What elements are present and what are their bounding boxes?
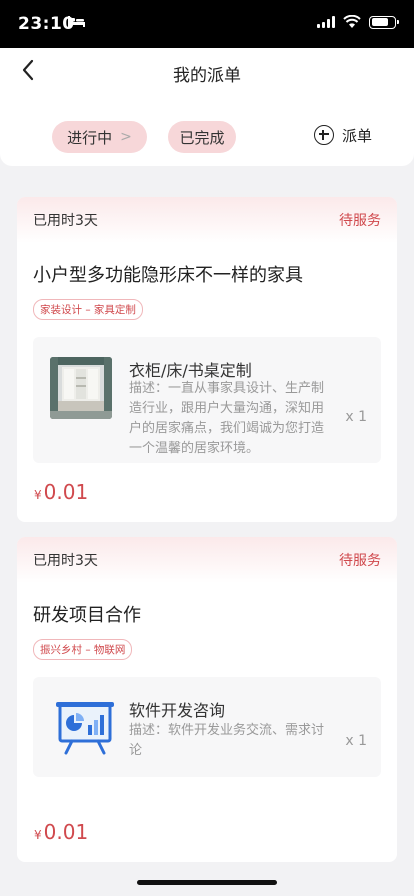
battery-icon xyxy=(369,15,399,29)
filter-ongoing-button[interactable]: 进行中 > xyxy=(52,121,147,153)
nav-bar: 我的派单 xyxy=(0,48,414,94)
order-price: ¥0.01 xyxy=(34,480,88,504)
order-status: 待服务 xyxy=(339,553,381,569)
order-title: 小户型多功能隐形床不一样的家具 xyxy=(33,265,303,286)
service-name: 软件开发咨询 xyxy=(129,701,226,720)
order-card-header: 已用时3天 待服务 xyxy=(17,537,397,583)
quantity: x 1 xyxy=(345,733,367,749)
order-price: ¥0.01 xyxy=(34,820,88,844)
filter-bar: 进行中 > 已完成 派单 xyxy=(0,94,414,166)
status-time: 23:10 xyxy=(18,14,75,34)
service-item[interactable]: 衣柜/床/书桌定制 描述：一直从事家具设计、生产制造行业，跟用户大量沟通，深知用… xyxy=(33,337,381,463)
order-card[interactable]: 已用时3天 待服务 小户型多功能隐形床不一样的家具 家装设计 – 家具定制 衣柜… xyxy=(17,197,397,522)
currency-symbol: ¥ xyxy=(34,828,42,842)
service-name: 衣柜/床/书桌定制 xyxy=(129,361,252,380)
wifi-icon xyxy=(343,15,361,28)
order-status: 待服务 xyxy=(339,213,381,229)
dispatch-button[interactable]: 派单 xyxy=(314,122,372,148)
elapsed-time: 已用时3天 xyxy=(33,213,98,229)
filter-ongoing-label: 进行中 xyxy=(67,128,113,147)
page-title: 我的派单 xyxy=(173,66,241,86)
plus-circle-icon xyxy=(314,125,334,145)
furniture-room-image xyxy=(50,357,112,419)
bed-icon xyxy=(68,16,85,31)
quantity: x 1 xyxy=(345,409,367,425)
category-tag: 家装设计 – 家具定制 xyxy=(33,299,143,320)
order-title: 研发项目合作 xyxy=(33,605,141,626)
filter-done-button[interactable]: 已完成 xyxy=(168,121,236,153)
price-value: 0.01 xyxy=(43,480,89,504)
home-indicator[interactable] xyxy=(137,880,277,885)
cellular-signal-icon xyxy=(317,16,335,28)
price-value: 0.01 xyxy=(43,820,89,844)
elapsed-time: 已用时3天 xyxy=(33,553,98,569)
dispatch-label: 派单 xyxy=(342,126,373,145)
category-tag: 振兴乡村 – 物联网 xyxy=(33,639,133,660)
currency-symbol: ¥ xyxy=(34,488,42,502)
service-description: 描述：一直从事家具设计、生产制造行业，跟用户大量沟通，深知用户的居家痛点，我们竭… xyxy=(129,381,325,456)
order-card[interactable]: 已用时3天 待服务 研发项目合作 振兴乡村 – 物联网 软件开发咨询 描述：软件… xyxy=(17,537,397,862)
service-description: 描述：软件开发业务交流、需求讨论 xyxy=(129,723,325,758)
filter-done-label: 已完成 xyxy=(179,128,225,147)
presentation-chart-icon xyxy=(50,693,118,761)
chevron-right-icon: > xyxy=(120,129,132,145)
status-bar: 23:10 xyxy=(0,0,414,48)
order-card-header: 已用时3天 待服务 xyxy=(17,197,397,243)
service-item[interactable]: 软件开发咨询 描述：软件开发业务交流、需求讨论 x 1 xyxy=(33,677,381,777)
